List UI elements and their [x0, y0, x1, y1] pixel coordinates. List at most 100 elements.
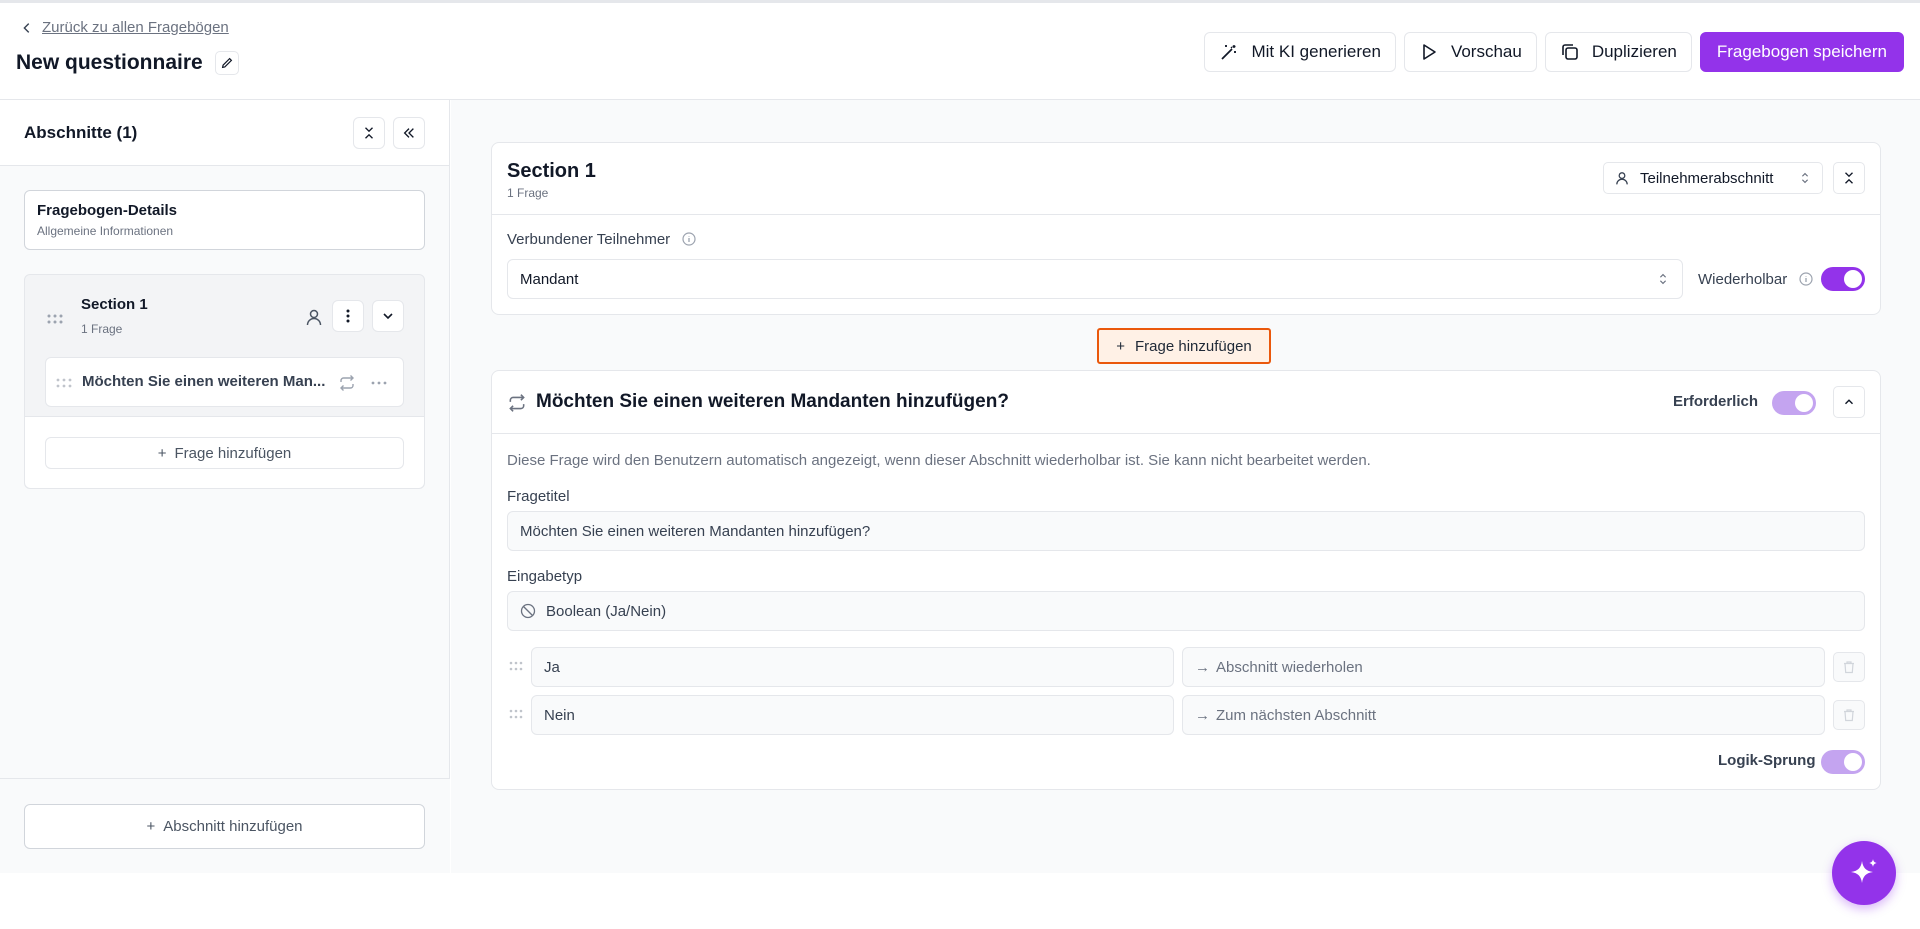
back-link[interactable]: Zurück zu allen Fragebögen: [20, 19, 229, 36]
sidebar: Abschnitte (1) Fragebogen-Details Allgem…: [0, 100, 450, 873]
question-collapse-button[interactable]: [1833, 386, 1865, 418]
option-jump-label: Zum nächsten Abschnitt: [1216, 706, 1377, 724]
collapse-all-button[interactable]: [353, 117, 385, 149]
person-icon: [1616, 172, 1628, 185]
arrow-right-icon: →: [1195, 658, 1210, 676]
drag-handle-icon[interactable]: [47, 313, 63, 325]
section-question-count: 1 Frage: [507, 186, 549, 200]
magic-wand-icon: [1221, 45, 1237, 60]
back-link-label: Zurück zu allen Fragebögen: [42, 19, 229, 36]
ai-assistant-button[interactable]: [1832, 841, 1896, 905]
plus-icon: +: [157, 444, 167, 462]
repeatable-label: Wiederholbar: [1698, 271, 1788, 288]
participant-select[interactable]: Mandant: [507, 259, 1683, 299]
question-title-field: Möchten Sie einen weiteren Mandanten hin…: [507, 511, 1865, 551]
sidebar-header: Abschnitte (1): [0, 100, 449, 166]
sidebar-add-question-button[interactable]: + Frage hinzufügen: [45, 437, 404, 469]
play-icon: [1423, 44, 1436, 60]
section-panel-header: Section 1 1 Frage Teilnehmerabschnitt: [492, 143, 1880, 215]
ai-generate-button[interactable]: Mit KI generieren: [1204, 32, 1396, 72]
drag-handle-icon[interactable]: [509, 661, 523, 671]
add-question-label: Frage hinzufügen: [1135, 337, 1252, 355]
repeatable-toggle[interactable]: [1821, 267, 1865, 291]
delete-option-button: [1833, 652, 1865, 682]
plus-icon: +: [146, 818, 156, 835]
arrow-right-icon: →: [1195, 706, 1210, 724]
page-title: New questionnaire: [16, 51, 203, 74]
duplicate-label: Duplizieren: [1591, 42, 1677, 61]
trash-icon: [1844, 709, 1854, 722]
option-input: Ja: [531, 647, 1174, 687]
chevron-up-icon: [1845, 399, 1853, 405]
repeat-icon: [340, 375, 354, 391]
option-label: Nein: [544, 706, 575, 724]
sidebar-section-footer: + Frage hinzufügen: [25, 416, 424, 488]
option-jump-target: → Abschnitt wiederholen: [1182, 647, 1825, 687]
more-horizontal-icon[interactable]: [370, 374, 388, 392]
section-expand-button[interactable]: [372, 300, 404, 332]
person-icon: [306, 309, 322, 326]
main-content: Section 1 1 Frage Teilnehmerabschnitt Ve…: [451, 100, 1920, 873]
more-vertical-icon: [346, 309, 350, 323]
sidebar-section-title: Section 1: [81, 296, 148, 313]
collapse-icon: [1845, 172, 1853, 184]
sidebar-section-card[interactable]: Section 1 1 Frage Möchten Sie einen weit…: [24, 274, 425, 489]
section-menu-button[interactable]: [332, 300, 364, 332]
required-label: Erforderlich: [1673, 393, 1759, 410]
sidebar-footer: + Abschnitt hinzufügen: [0, 778, 450, 873]
section-collapse-button[interactable]: [1833, 162, 1865, 194]
input-type-value: Boolean (Ja/Nein): [546, 602, 667, 620]
question-title: Möchten Sie einen weiteren Mandanten hin…: [536, 391, 1009, 412]
option-jump-target: → Zum nächsten Abschnitt: [1182, 695, 1825, 735]
delete-option-button: [1833, 700, 1865, 730]
chevron-down-icon: [383, 313, 393, 320]
question-panel-header: Möchten Sie einen weiteren Mandanten hin…: [492, 371, 1880, 434]
option-jump-label: Abschnitt wiederholen: [1216, 658, 1363, 676]
chevron-left-icon: [23, 22, 30, 33]
sidebar-add-question-label: Frage hinzufügen: [174, 444, 292, 462]
participant-label: Verbundener Teilnehmer: [507, 231, 671, 248]
info-icon: [1799, 272, 1813, 286]
sidebar-section-count: 1 Frage: [81, 322, 123, 336]
sparkles-icon: [1851, 859, 1877, 883]
details-title: Fragebogen-Details: [37, 202, 178, 219]
sections-heading: Abschnitte (1): [24, 123, 138, 142]
participant-value: Mandant: [520, 270, 579, 288]
logic-jump-toggle[interactable]: [1821, 750, 1865, 774]
sidebar-question-item[interactable]: Möchten Sie einen weiteren Man...: [45, 357, 404, 407]
logic-jump-label: Logik-Sprung: [1718, 752, 1816, 769]
add-section-label: Abschnitt hinzufügen: [163, 818, 303, 835]
plus-icon: +: [1116, 337, 1125, 355]
question-note: Diese Frage wird den Benutzern automatis…: [507, 452, 1371, 469]
preview-label: Vorschau: [1450, 42, 1522, 61]
drag-handle-icon[interactable]: [56, 377, 72, 389]
ai-generate-label: Mit KI generieren: [1251, 42, 1381, 61]
info-icon: [682, 232, 696, 246]
pencil-icon: [221, 57, 232, 69]
trash-icon: [1844, 661, 1854, 674]
question-title-value: Möchten Sie einen weiteren Mandanten hin…: [520, 522, 871, 540]
duplicate-button[interactable]: Duplizieren: [1544, 32, 1692, 72]
collapse-sidebar-button[interactable]: [393, 117, 425, 149]
edit-title-button[interactable]: [214, 51, 239, 75]
preview-button[interactable]: Vorschau: [1403, 32, 1537, 72]
input-type-field: Boolean (Ja/Nein): [507, 591, 1865, 631]
repeat-icon: [509, 394, 525, 412]
option-label: Ja: [544, 658, 560, 676]
add-question-button[interactable]: + Frage hinzufügen: [1097, 328, 1271, 364]
chevrons-up-down-icon: [1659, 273, 1667, 285]
page-bottom: [0, 873, 1920, 929]
section-type-select[interactable]: Teilnehmerabschnitt: [1603, 162, 1823, 194]
sidebar-question-title: Möchten Sie einen weiteren Man...: [82, 373, 326, 390]
collapse-icon: [365, 127, 373, 139]
repeatable-label-row: Wiederholbar: [1698, 271, 1813, 288]
save-button[interactable]: Fragebogen speichern: [1699, 32, 1904, 72]
participant-label-row: Verbundener Teilnehmer: [507, 231, 696, 248]
add-section-button[interactable]: + Abschnitt hinzufügen: [24, 804, 425, 849]
required-toggle[interactable]: [1772, 391, 1816, 415]
drag-handle-icon[interactable]: [509, 709, 523, 719]
questionnaire-details-card[interactable]: Fragebogen-Details Allgemeine Informatio…: [24, 190, 425, 250]
chevrons-left-icon: [403, 128, 414, 138]
page-header: Zurück zu allen Fragebögen New questionn…: [0, 3, 1920, 100]
chevrons-up-down-icon: [1801, 172, 1809, 184]
